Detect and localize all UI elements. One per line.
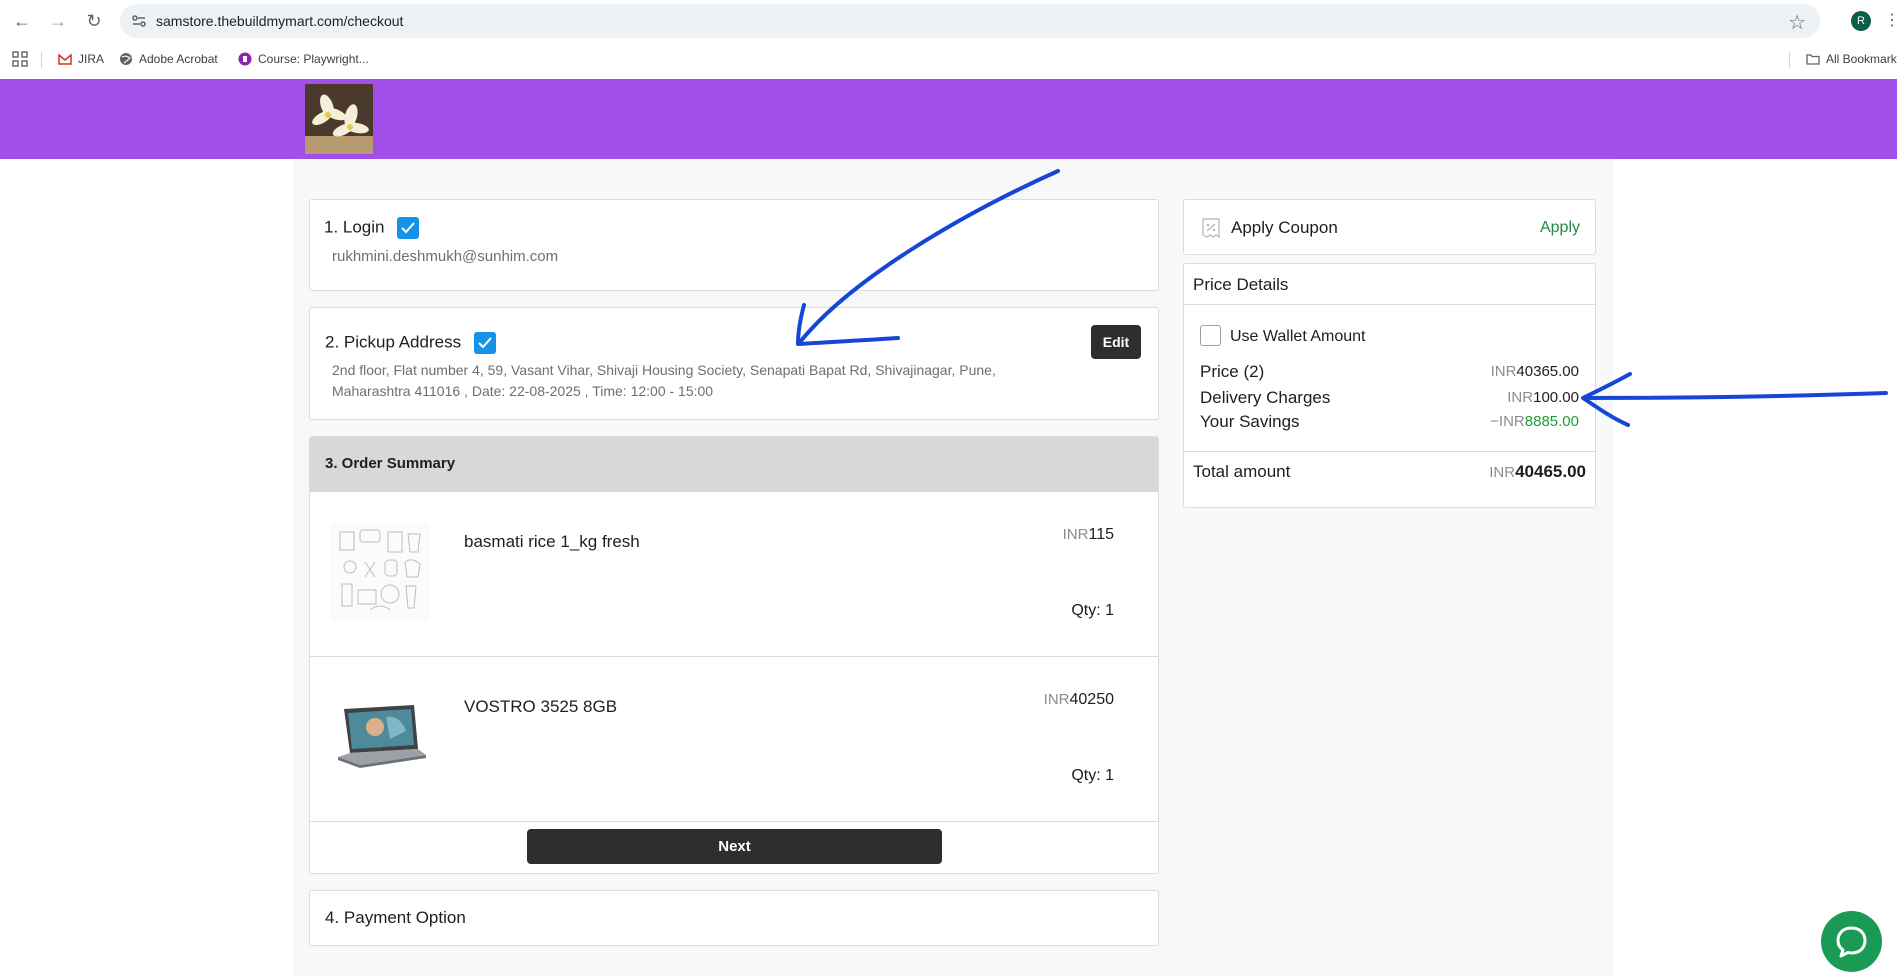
product-name[interactable]: basmati rice 1_kg fresh — [464, 532, 640, 552]
price-value: 40250 — [1069, 691, 1115, 708]
total-value: 40465.00 — [1515, 462, 1586, 481]
url-text[interactable]: samstore.thebuildmymart.com/checkout — [156, 13, 403, 29]
next-button[interactable]: Next — [527, 829, 942, 864]
forward-icon[interactable]: → — [47, 10, 69, 32]
login-checked-icon — [397, 217, 420, 239]
price-label: Price (2) — [1200, 362, 1265, 381]
course-icon — [238, 52, 252, 66]
price-details-title: Price Details — [1193, 275, 1289, 294]
order-summary-title: 3. Order Summary — [325, 455, 456, 472]
product-image-grocery-sketch[interactable] — [330, 522, 430, 622]
product-quantity: Qty: 1 — [1071, 767, 1114, 784]
more-menu-icon[interactable]: ⋮ — [1884, 10, 1897, 30]
profile-avatar[interactable]: R — [1851, 11, 1871, 31]
delivery-value: 100.00 — [1533, 389, 1579, 406]
bookmarks-bar: JIRA Adobe Acrobat Course: Playwright...… — [0, 42, 1897, 78]
bookmarks-divider — [41, 52, 42, 68]
bookmark-all-bookmarks[interactable]: All Bookmarks — [1806, 52, 1897, 66]
login-step-title: 1. Login — [324, 217, 420, 239]
product-quantity: Qty: 1 — [1071, 602, 1114, 619]
price-currency: INR — [1490, 363, 1517, 380]
site-info-icon[interactable] — [130, 12, 148, 30]
apply-coupon-link[interactable]: Apply — [1540, 219, 1580, 237]
total-currency: INR — [1489, 464, 1516, 481]
address-line-2: Maharashtra 411016 , Date: 22-08-2025 , … — [332, 383, 714, 399]
savings-label: Your Savings — [1200, 412, 1300, 431]
savings-value: 8885.00 — [1524, 413, 1579, 430]
coupon-icon — [1202, 218, 1220, 239]
price-details-card: Price Details Use Wallet Amount Price (2… — [1183, 263, 1596, 508]
edit-address-button[interactable]: Edit — [1091, 325, 1141, 359]
product-price: INR40250 — [1044, 691, 1114, 709]
delivery-charges-label: Delivery Charges — [1200, 388, 1331, 407]
bookmark-label: All Bookmarks — [1826, 52, 1897, 66]
pickup-address-card: 2. Pickup Address Edit 2nd floor, Flat n… — [309, 307, 1159, 420]
back-icon[interactable]: ← — [11, 10, 33, 32]
price-details-divider — [1184, 304, 1595, 305]
store-logo[interactable] — [305, 84, 373, 154]
order-summary-card: 3. Order Summary basmati rice 1_kg fresh — [309, 436, 1159, 874]
chat-button[interactable] — [1821, 911, 1882, 972]
bookmark-label: JIRA — [78, 52, 105, 66]
price-currency: INR — [1043, 691, 1070, 708]
price-value: 115 — [1088, 526, 1114, 543]
pickup-title-text: 2. Pickup Address — [325, 332, 462, 352]
total-amount-label: Total amount — [1193, 462, 1291, 481]
product-name[interactable]: VOSTRO 3525 8GB — [464, 697, 617, 717]
bookmarks-divider — [1789, 52, 1790, 68]
savings-amount: −INR8885.00 — [1490, 413, 1579, 430]
browser-toolbar: ← → ↻ samstore.thebuildmymart.com/checko… — [0, 0, 1897, 42]
price-amount: INR40365.00 — [1491, 363, 1579, 380]
apps-grid-icon[interactable] — [12, 51, 28, 67]
use-wallet-checkbox[interactable] — [1200, 325, 1221, 346]
savings-row: Your Savings −INR8885.00 — [1200, 412, 1579, 432]
login-card: 1. Login rukhmini.deshmukh@sunhim.com — [309, 199, 1159, 291]
chat-icon — [1836, 926, 1867, 958]
folder-icon — [1806, 54, 1820, 65]
bookmark-adobe-acrobat[interactable]: Adobe Acrobat — [119, 52, 218, 66]
pickup-step-title: 2. Pickup Address — [325, 332, 496, 354]
flower-logo-image — [305, 84, 373, 154]
delivery-charges-amount: INR100.00 — [1507, 389, 1579, 406]
apply-coupon-card: Apply Coupon Apply — [1183, 199, 1596, 255]
order-item: basmati rice 1_kg fresh INR115 Qty: 1 — [310, 492, 1158, 657]
site-header — [0, 79, 1897, 159]
globe-icon — [120, 53, 132, 65]
price-currency: INR — [1062, 526, 1089, 543]
pickup-checked-icon — [473, 332, 496, 354]
total-amount: INR40465.00 — [1489, 462, 1586, 482]
bookmark-course-playwright[interactable]: Course: Playwright... — [238, 52, 369, 66]
use-wallet-label[interactable]: Use Wallet Amount — [1230, 328, 1365, 346]
order-item: VOSTRO 3525 8GB INR40250 Qty: 1 — [310, 657, 1158, 822]
delivery-charges-row: Delivery Charges INR100.00 — [1200, 388, 1579, 408]
login-title-text: 1. Login — [324, 217, 385, 237]
address-line-1: 2nd floor, Flat number 4, 59, Vasant Vih… — [332, 362, 996, 378]
pickup-address-text: 2nd floor, Flat number 4, 59, Vasant Vih… — [332, 360, 1092, 402]
apply-coupon-label: Apply Coupon — [1231, 218, 1338, 237]
price-row: Price (2) INR40365.00 — [1200, 362, 1579, 382]
address-bar[interactable]: samstore.thebuildmymart.com/checkout ☆ — [120, 4, 1820, 38]
reload-icon[interactable]: ↻ — [83, 10, 105, 32]
total-amount-row: Total amount INR40465.00 — [1193, 462, 1586, 482]
gmail-icon — [58, 53, 72, 65]
annotation-arrow-delivery — [1582, 391, 1888, 400]
login-email: rukhmini.deshmukh@sunhim.com — [332, 248, 559, 265]
product-image-laptop[interactable] — [330, 687, 430, 787]
delivery-currency: INR — [1507, 389, 1534, 406]
star-icon[interactable]: ☆ — [1788, 10, 1806, 35]
payment-option-card[interactable]: 4. Payment Option — [309, 890, 1159, 946]
bookmark-label: Course: Playwright... — [258, 52, 369, 66]
order-summary-header: 3. Order Summary — [310, 437, 1158, 492]
payment-step-title[interactable]: 4. Payment Option — [325, 908, 466, 928]
price-details-divider — [1184, 451, 1595, 452]
savings-currency: −INR — [1490, 413, 1525, 430]
product-price: INR115 — [1063, 526, 1114, 544]
bookmark-label: Adobe Acrobat — [139, 52, 218, 66]
bookmark-jira[interactable]: JIRA — [58, 52, 104, 66]
price-value: 40365.00 — [1516, 363, 1579, 380]
